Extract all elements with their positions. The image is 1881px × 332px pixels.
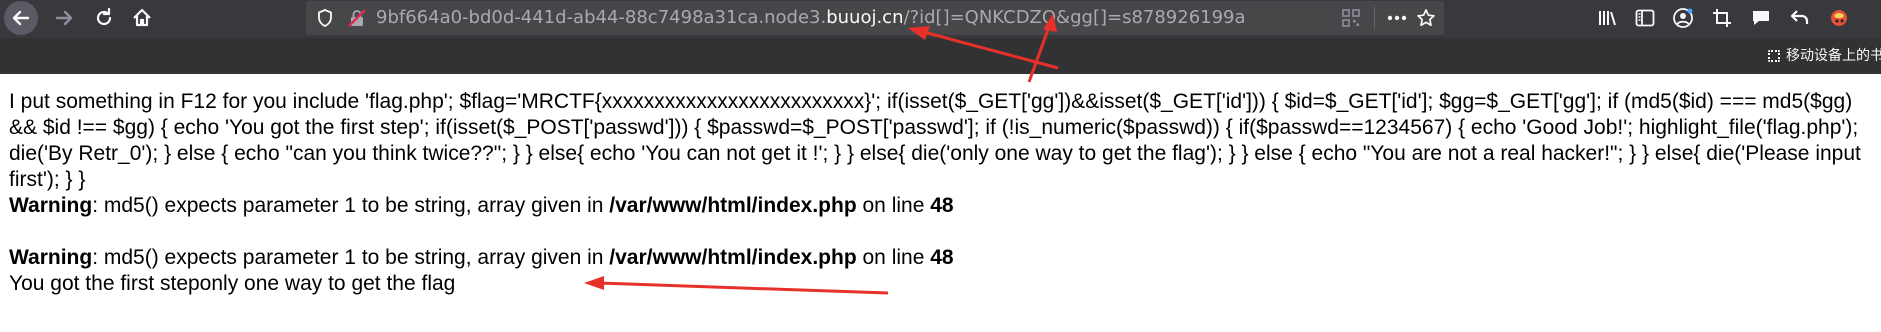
- warning-message: : md5() expects parameter 1 to be string…: [92, 194, 610, 217]
- home-icon: [133, 8, 151, 27]
- source-line: first'); } }: [9, 168, 86, 191]
- url-suffix: /?id[]=QNKCDZO&gg[]=s878926199a: [903, 7, 1246, 28]
- source-line: I put something in F12 for you include '…: [9, 90, 1853, 113]
- mobile-bookmarks-label: 移动设备上的书: [1786, 48, 1881, 64]
- urlbar-divider: [1374, 7, 1375, 29]
- forward-button[interactable]: [46, 0, 82, 36]
- url-domain: buuoj.cn: [826, 7, 904, 28]
- library-button[interactable]: [1590, 0, 1626, 36]
- mobile-bookmarks[interactable]: 移动设备上的书: [1768, 38, 1881, 74]
- folder-icon: [1768, 50, 1780, 62]
- back-button[interactable]: [4, 1, 38, 35]
- warning-label: Warning: [9, 246, 93, 269]
- extension-icon: [1831, 10, 1847, 26]
- reload-icon: [96, 7, 112, 26]
- extension-button[interactable]: [1821, 0, 1857, 36]
- chat-icon: [1753, 11, 1769, 25]
- url-prefix: 9bf664a0-bd0d-441d-ab44-88c7498a31ca.nod…: [376, 7, 827, 28]
- sidebar-icon: [1635, 9, 1655, 27]
- warning-on-line: on line: [856, 194, 931, 217]
- bookmark-star-icon[interactable]: [1410, 1, 1442, 35]
- chat-button[interactable]: [1743, 0, 1779, 36]
- undo-icon: [1790, 10, 1809, 24]
- bookmarks-bar: 移动设备上的书: [0, 38, 1881, 74]
- more-icon[interactable]: [1382, 1, 1412, 35]
- page-output-text: You got the first steponly one way to ge…: [9, 272, 456, 295]
- warning-on-line: on line: [856, 246, 931, 269]
- browser-toolbar: 9bf664a0-bd0d-441d-ab44-88c7498a31ca.nod…: [0, 0, 1881, 38]
- warning-label: Warning: [9, 194, 93, 217]
- source-line: && $id !== $gg) { echo 'You got the firs…: [9, 116, 1859, 139]
- page-content: I put something in F12 for you include '…: [0, 74, 1881, 332]
- reload-button[interactable]: [86, 0, 122, 36]
- account-button[interactable]: [1665, 0, 1701, 36]
- warning-line-number: 48: [930, 194, 954, 217]
- account-icon: [1673, 8, 1693, 28]
- warning-file: /var/www/html/index.php: [609, 194, 857, 217]
- url-text[interactable]: 9bf664a0-bd0d-441d-ab44-88c7498a31ca.nod…: [376, 1, 1246, 35]
- crop-icon: [1713, 9, 1731, 27]
- warning-message: : md5() expects parameter 1 to be string…: [92, 246, 610, 269]
- forward-arrow-icon: [55, 10, 73, 26]
- warning-line-number: 48: [930, 246, 954, 269]
- home-button[interactable]: [124, 0, 160, 36]
- source-line: die('By Retr_0'); } else { echo "can you…: [9, 142, 1861, 165]
- address-bar[interactable]: 9bf664a0-bd0d-441d-ab44-88c7498a31ca.nod…: [306, 1, 1444, 35]
- shield-icon[interactable]: [312, 1, 338, 35]
- library-icon: [1599, 11, 1616, 26]
- sidebar-button[interactable]: [1627, 0, 1663, 36]
- warning-file: /var/www/html/index.php: [609, 246, 857, 269]
- back-arrow-icon: [12, 10, 30, 26]
- php-warning: Warning: md5() expects parameter 1 to be…: [9, 245, 954, 271]
- insecure-lock-icon[interactable]: [344, 1, 370, 35]
- qr-code-icon[interactable]: [1336, 1, 1366, 35]
- undo-button[interactable]: [1782, 0, 1818, 36]
- php-warning: Warning: md5() expects parameter 1 to be…: [9, 193, 954, 219]
- screenshot-button[interactable]: [1704, 0, 1740, 36]
